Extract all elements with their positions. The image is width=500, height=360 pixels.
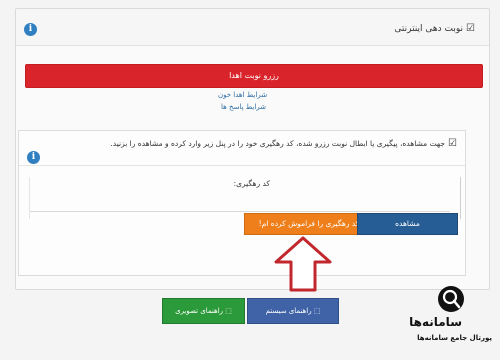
book-icon: ⬚ xyxy=(313,307,321,315)
donor-conditions-link[interactable]: شرایط اهدا خون xyxy=(218,91,267,99)
tracking-code-label: کد رهگیری: xyxy=(233,179,270,188)
tracking-code-input[interactable] xyxy=(30,211,450,212)
checkbox-icon: ☑ xyxy=(466,23,475,34)
faq-link[interactable]: شرایط پاسخ ها xyxy=(221,103,266,111)
up-arrow-icon xyxy=(274,236,332,292)
panel-title: ☑نوبت دهی اینترنتی xyxy=(394,23,475,34)
tracking-instruction-text: جهت مشاهده، پیگیری یا ابطال نوبت رزرو شد… xyxy=(110,139,446,148)
logo-mark-icon xyxy=(438,286,464,312)
checkbox-icon: ☑ xyxy=(448,138,457,149)
panel-title-text: نوبت دهی اینترنتی xyxy=(394,24,464,34)
watermark-subtitle: پورتال جامع سامانه‌ها xyxy=(417,334,492,342)
book-icon: ⬚ xyxy=(225,307,232,315)
image-guide-button[interactable]: ⬚ راهنمای تصویری xyxy=(162,298,245,324)
view-button[interactable]: مشاهده xyxy=(357,213,458,235)
info-icon[interactable]: i xyxy=(27,151,40,164)
image-guide-label: راهنمای تصویری xyxy=(175,307,224,315)
watermark-name: سامانه‌ها xyxy=(409,315,462,329)
panel-header: i ☑نوبت دهی اینترنتی xyxy=(16,9,489,46)
system-guide-label: راهنمای سیستم xyxy=(265,307,312,315)
forgot-tracking-code-button[interactable]: کد رهگیری را فراموش کرده ام! xyxy=(244,213,374,235)
system-guide-button[interactable]: ⬚ راهنمای سیستم xyxy=(247,298,339,324)
divider xyxy=(19,165,465,166)
watermark-logo: سامانه‌ها پورتال جامع سامانه‌ها xyxy=(382,282,500,360)
tracking-panel: ☑جهت مشاهده، پیگیری یا ابطال نوبت رزرو ش… xyxy=(18,130,466,276)
page-background: i ☑نوبت دهی اینترنتی رزرو نوبت اهدا شرای… xyxy=(0,0,500,360)
reserve-button[interactable]: رزرو نوبت اهدا xyxy=(25,64,483,88)
tracking-instruction: ☑جهت مشاهده، پیگیری یا ابطال نوبت رزرو ش… xyxy=(37,137,457,151)
info-icon[interactable]: i xyxy=(24,23,37,36)
